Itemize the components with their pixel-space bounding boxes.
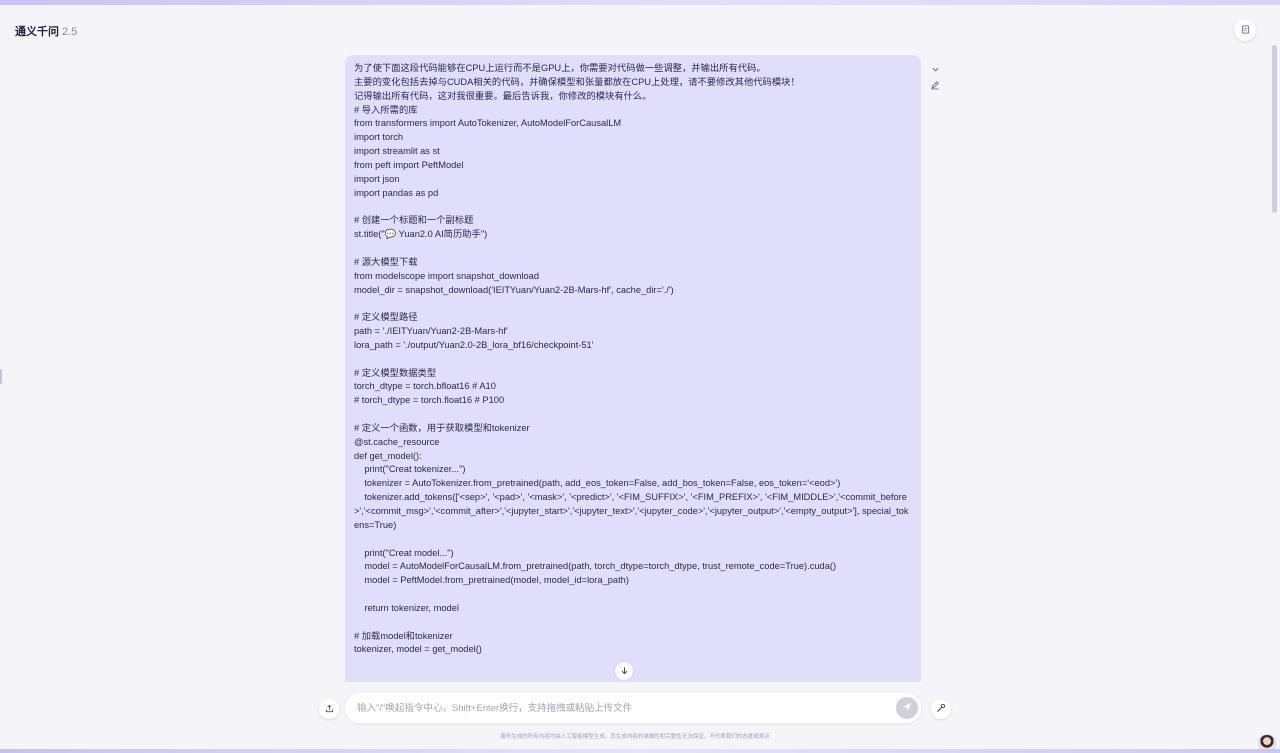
app-title: 通义千问 2.5	[15, 23, 77, 39]
message-line: torch_dtype = torch.bfloat16 # A10	[354, 381, 496, 392]
message-line: lora_path = './output/Yuan2.0-2B_lora_bf…	[354, 339, 594, 350]
send-icon	[902, 699, 912, 717]
message-line: st.title("💬 Yuan2.0 AI简历助手")	[354, 229, 488, 240]
bottom-accent-bar	[0, 749, 1280, 753]
message-line: model = AutoModelForCausalLM.from_pretra…	[354, 561, 837, 572]
message-line: import pandas as pd	[354, 187, 439, 198]
message-line	[354, 588, 912, 602]
tools-button[interactable]	[931, 699, 951, 719]
message-line: import torch	[354, 132, 404, 143]
footer-disclaimer: 服务生成的所有内容均由人工智能模型生成，其生成内容的准确性和完整性无法保证，不代…	[500, 734, 770, 740]
app-title-text: 通义千问	[15, 26, 59, 38]
upload-icon	[325, 700, 334, 718]
send-button[interactable]	[896, 697, 918, 719]
message-line: import json	[354, 173, 400, 184]
message-line: tokenizer, model = get_model()	[354, 644, 482, 655]
message-line: from transformers import AutoTokenizer, …	[354, 118, 622, 129]
user-message-text: 为了使下面这段代码能够在CPU上运行而不是GPU上，你需要对代码做一些调整，并输…	[345, 55, 921, 657]
document-icon	[1241, 21, 1250, 39]
message-line: @st.cache_resource	[354, 436, 440, 447]
chat-composer	[345, 693, 921, 723]
message-line: # torch_dtype = torch.float16 # P100	[354, 395, 505, 406]
message-line: def get_model():	[354, 450, 422, 461]
message-line: # 加载model和tokenizer	[354, 630, 453, 641]
message-line: print("Creat tokenizer...")	[354, 464, 466, 475]
message-line: # 导入所需的库	[354, 104, 418, 115]
message-line: # 创建一个标题和一个副标题	[354, 215, 474, 226]
message-line	[354, 408, 912, 422]
arrow-down-icon	[620, 662, 629, 680]
message-line	[354, 353, 912, 367]
message-line: from modelscope import snapshot_download	[354, 270, 540, 281]
app-version: 2.5	[62, 26, 78, 38]
edit-message-button[interactable]	[928, 79, 942, 93]
message-line: import streamlit as st	[354, 146, 440, 157]
sidebar-toggle-handle[interactable]	[0, 369, 2, 384]
pencil-icon	[930, 77, 940, 95]
top-accent-bar	[0, 0, 1280, 5]
message-line: # 定义模型路径	[354, 312, 418, 323]
message-line: # 定义一个函数，用于获取模型和tokenizer	[354, 422, 530, 433]
upload-file-button[interactable]	[319, 699, 339, 719]
message-line	[354, 200, 912, 214]
message-line	[354, 533, 912, 547]
message-line	[354, 242, 912, 256]
magic-wand-icon	[936, 700, 946, 718]
message-line: # 定义模型数据类型	[354, 367, 437, 378]
message-line: tokenizer = AutoTokenizer.from_pretraine…	[354, 478, 841, 489]
collapse-message-button[interactable]	[928, 63, 942, 77]
message-line	[354, 616, 912, 630]
message-line: path = './IEITYuan/Yuan2-2B-Mars-hf'	[354, 326, 508, 337]
chat-input[interactable]	[357, 693, 877, 723]
message-line: tokenizer.add_tokens(['<sep>', '<pad>', …	[354, 492, 909, 530]
page-scrollbar[interactable]	[1272, 45, 1277, 213]
message-line: print("Creat model...")	[354, 547, 454, 558]
message-line: 记得输出所有代码，这对我很重要。最后告诉我，你修改的模块有什么。	[354, 90, 652, 101]
user-message-bubble: 为了使下面这段代码能够在CPU上运行而不是GPU上，你需要对代码做一些调整，并输…	[345, 55, 921, 682]
message-line: # 源大模型下载	[354, 256, 418, 267]
message-line: return tokenizer, model	[354, 602, 459, 613]
top-right-document-button[interactable]	[1234, 19, 1256, 41]
scroll-to-bottom-button[interactable]	[614, 661, 634, 681]
message-line: model_dir = snapshot_download('IEITYuan/…	[354, 284, 674, 295]
message-line: from peft import PeftModel	[354, 159, 464, 170]
message-line	[354, 297, 912, 311]
message-line: model = PeftModel.from_pretrained(model,…	[354, 575, 629, 586]
message-line: 主要的变化包括去掉与CUDA相关的代码，并确保模型和张量都放在CPU上处理，请不…	[354, 76, 800, 87]
message-line: 为了使下面这段代码能够在CPU上运行而不是GPU上，你需要对代码做一些调整，并输…	[354, 63, 766, 73]
